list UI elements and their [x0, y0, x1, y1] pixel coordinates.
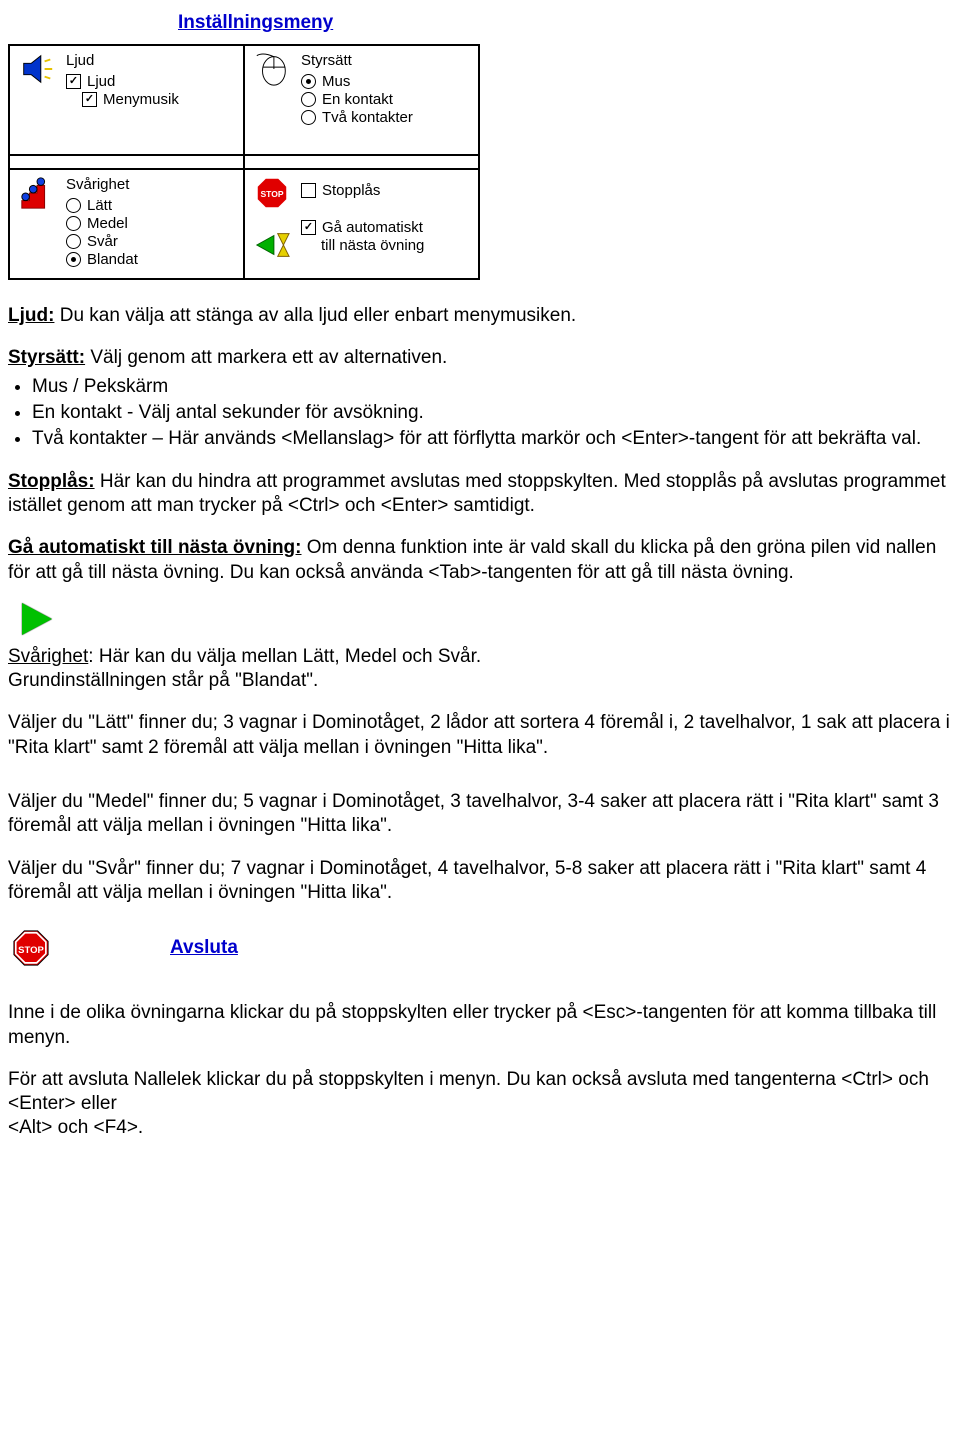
section-stopplas: Stopplås: Här kan du hindra att programm…	[8, 470, 952, 519]
text: Grundinställningen står på "Blandat".	[8, 670, 318, 691]
bullet: En kontakt - Välj antal sekunder för avs…	[32, 401, 952, 425]
svg-text:STOP: STOP	[18, 945, 44, 956]
radio-tvakontakter[interactable]	[301, 110, 316, 125]
bullet: Två kontakter – Här används <Mellanslag>…	[32, 427, 952, 451]
styrsatt-title: Styrsätt	[301, 52, 474, 69]
radio-latt[interactable]	[66, 198, 81, 213]
radio-enkontakt[interactable]	[301, 92, 316, 107]
spacer	[9, 155, 244, 169]
avsluta-row: STOP Avsluta	[8, 923, 952, 973]
opt-label: Mus	[322, 73, 350, 90]
radio-mus[interactable]	[301, 74, 316, 89]
avsluta-title: Avsluta	[170, 937, 238, 959]
opt-label: Lätt	[87, 197, 112, 214]
text: Välj genom att markera ett av alternativ…	[85, 347, 447, 368]
stairs-icon	[17, 174, 57, 212]
section-svarighet: Svårighet: Här kan du välja mellan Lätt,…	[8, 645, 952, 694]
opt-label: Medel	[87, 215, 128, 232]
section-auto: Gå automatiskt till nästa övning: Om den…	[8, 536, 952, 585]
bullet: Mus / Pekskärm	[32, 375, 952, 399]
lead-svarighet: Svårighet	[8, 646, 88, 667]
checkbox-stopplas[interactable]	[301, 183, 316, 198]
opt-label: till nästa övning	[321, 237, 474, 254]
radio-svar[interactable]	[66, 234, 81, 249]
checkbox-ljud[interactable]	[66, 74, 81, 89]
lead-stopplas: Stopplås:	[8, 471, 95, 492]
text: Här kan du hindra att programmet avsluta…	[8, 471, 946, 516]
hourglass-arrow-icon	[252, 226, 292, 264]
opt-label: Gå automatiskt	[322, 219, 423, 236]
stop-icon: STOP	[252, 174, 292, 212]
lead-styrsatt: Styrsätt:	[8, 347, 85, 368]
opt-label: En kontakt	[322, 91, 393, 108]
section-latt: Väljer du "Lätt" finner du; 3 vagnar i D…	[8, 711, 952, 760]
radio-medel[interactable]	[66, 216, 81, 231]
panel-stopplas: STOP Stopplås Gå automatiskt till nästa …	[244, 169, 479, 279]
opt-label: Blandat	[87, 251, 138, 268]
panel-ljud: Ljud Ljud Menymusik	[9, 45, 244, 155]
section-medel: Väljer du "Medel" finner du; 5 vagnar i …	[8, 790, 952, 839]
opt-label: Två kontakter	[322, 109, 413, 126]
opt-label: Stopplås	[322, 182, 380, 199]
speaker-icon	[17, 50, 57, 88]
green-arrow-icon	[22, 603, 52, 635]
ljud-title: Ljud	[66, 52, 239, 69]
panel-svarighet: Svårighet Lätt Medel Svår Blandat	[9, 169, 244, 279]
spacer	[244, 155, 479, 169]
panel-styrsatt: Styrsätt Mus En kontakt Två kontakter	[244, 45, 479, 155]
checkbox-auto[interactable]	[301, 220, 316, 235]
text: Du kan välja att stänga av alla ljud ell…	[54, 305, 576, 326]
svarighet-title: Svårighet	[66, 176, 239, 193]
section-svar: Väljer du "Svår" finner du; 7 vagnar i D…	[8, 857, 952, 906]
mouse-icon	[252, 50, 292, 88]
opt-label: Svår	[87, 233, 118, 250]
section-ljud: Ljud: Du kan välja att stänga av alla lj…	[8, 304, 952, 328]
avsluta-p1: Inne i de olika övningarna klickar du på…	[8, 1001, 952, 1050]
settings-panel: Ljud Ljud Menymusik Styrsätt Mus En kont…	[8, 44, 480, 280]
radio-blandat[interactable]	[66, 252, 81, 267]
stop-sign-icon: STOP	[12, 929, 50, 967]
opt-label: Menymusik	[103, 91, 179, 108]
text: : Här kan du välja mellan Lätt, Medel oc…	[88, 646, 481, 667]
lead-auto: Gå automatiskt till nästa övning:	[8, 537, 302, 558]
lead-ljud: Ljud:	[8, 305, 54, 326]
opt-label: Ljud	[87, 73, 115, 90]
page-title: Inställningsmeny	[178, 12, 952, 34]
avsluta-p3: <Alt> och <F4>.	[8, 1117, 952, 1139]
avsluta-p2: För att avsluta Nallelek klickar du på s…	[8, 1068, 952, 1117]
checkbox-menymusik[interactable]	[82, 92, 97, 107]
svg-text:STOP: STOP	[260, 189, 283, 199]
section-styrsatt: Styrsätt: Välj genom att markera ett av …	[8, 346, 952, 451]
